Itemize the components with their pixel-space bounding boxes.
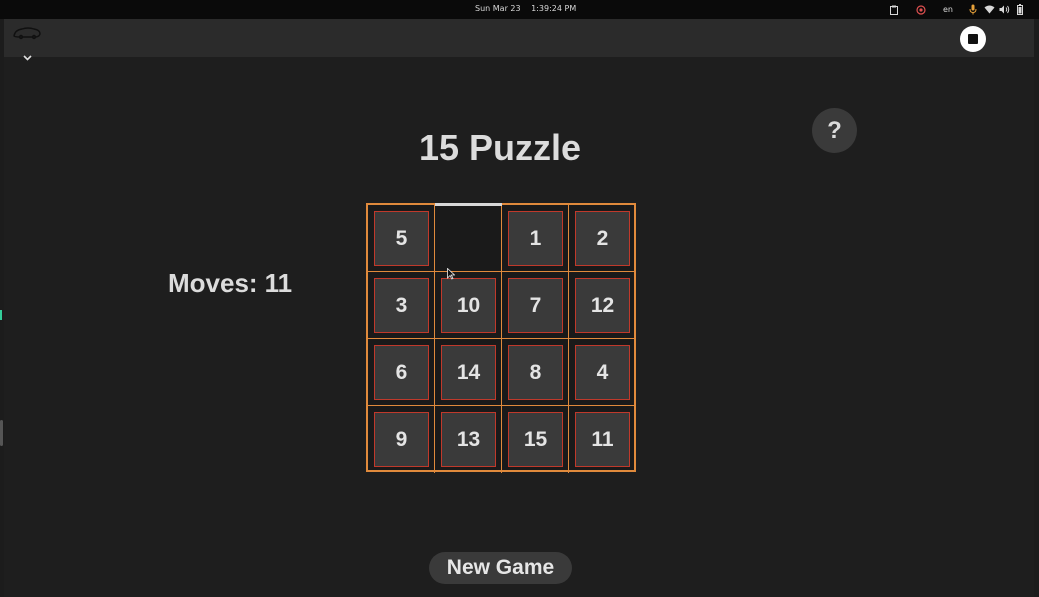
board-cell[interactable]: 1 <box>502 205 569 272</box>
language-indicator[interactable]: en <box>940 3 956 16</box>
board-cell[interactable]: 7 <box>502 272 569 339</box>
system-clock[interactable]: Sun Mar 23 1:39:24 PM <box>475 4 576 13</box>
puzzle-tile[interactable]: 1 <box>508 211 563 266</box>
left-edge-handle[interactable] <box>0 420 3 446</box>
board-cell[interactable]: 3 <box>368 272 435 339</box>
puzzle-tile[interactable]: 15 <box>508 412 563 467</box>
puzzle-tile[interactable]: 2 <box>575 211 630 266</box>
left-edge-indicator <box>0 310 2 320</box>
clock-date: Sun Mar 23 <box>475 4 521 13</box>
board-cell[interactable]: 9 <box>368 406 435 473</box>
board-cell[interactable]: 8 <box>502 339 569 406</box>
puzzle-tile[interactable]: 14 <box>441 345 496 400</box>
puzzle-tile[interactable]: 5 <box>374 211 429 266</box>
puzzle-tile[interactable]: 9 <box>374 412 429 467</box>
help-button[interactable]: ? <box>812 108 857 153</box>
board-cell[interactable]: 10 <box>435 272 502 339</box>
moves-counter: Moves: 11 <box>168 268 292 299</box>
language-label: en <box>943 5 953 14</box>
board-cell[interactable]: 13 <box>435 406 502 473</box>
volume-icon[interactable] <box>999 3 1010 16</box>
app-header-bar <box>4 19 1034 61</box>
mouse-pointer-icon <box>447 267 456 285</box>
board-cell[interactable]: 5 <box>368 205 435 272</box>
moves-value: 11 <box>264 268 293 298</box>
board-cell[interactable]: 12 <box>569 272 636 339</box>
puzzle-tile[interactable]: 10 <box>441 278 496 333</box>
board-cell[interactable]: 2 <box>569 205 636 272</box>
puzzle-tile[interactable]: 12 <box>575 278 630 333</box>
moves-label: Moves: <box>168 268 258 298</box>
game-title: 15 Puzzle <box>418 127 582 168</box>
chevron-down-icon[interactable] <box>23 48 32 66</box>
puzzle-tile[interactable]: 4 <box>575 345 630 400</box>
puzzle-tile[interactable]: 6 <box>374 345 429 400</box>
puzzle-tile[interactable]: 11 <box>575 412 630 467</box>
microphone-icon[interactable] <box>968 3 978 16</box>
puzzle-tile[interactable]: 7 <box>508 278 563 333</box>
screen-record-icon[interactable] <box>915 3 926 16</box>
board-cell[interactable]: 14 <box>435 339 502 406</box>
wifi-icon[interactable] <box>983 3 995 16</box>
stop-button[interactable] <box>960 26 986 52</box>
system-top-bar: Sun Mar 23 1:39:24 PM en <box>0 0 1039 19</box>
stop-icon <box>968 34 978 44</box>
new-game-button[interactable]: New Game <box>429 552 572 584</box>
board-cell[interactable]: 15 <box>502 406 569 473</box>
board-cell[interactable]: 11 <box>569 406 636 473</box>
empty-cell-highlight <box>435 203 502 206</box>
app-logo-icon[interactable] <box>12 26 42 45</box>
clipboard-icon[interactable] <box>889 3 899 16</box>
battery-icon[interactable] <box>1015 3 1024 16</box>
board-cell[interactable]: 4 <box>569 339 636 406</box>
board-cell[interactable]: 6 <box>368 339 435 406</box>
puzzle-tile[interactable]: 3 <box>374 278 429 333</box>
app-window: 15 Puzzle ? Moves: 11 5 1 2 3 10 7 12 6 1… <box>4 19 1034 597</box>
clock-time: 1:39:24 PM <box>531 4 577 13</box>
puzzle-tile[interactable]: 13 <box>441 412 496 467</box>
empty-cell[interactable] <box>435 205 502 272</box>
puzzle-board: 5 1 2 3 10 7 12 6 14 8 4 9 13 15 11 <box>366 203 636 473</box>
puzzle-tile[interactable]: 8 <box>508 345 563 400</box>
